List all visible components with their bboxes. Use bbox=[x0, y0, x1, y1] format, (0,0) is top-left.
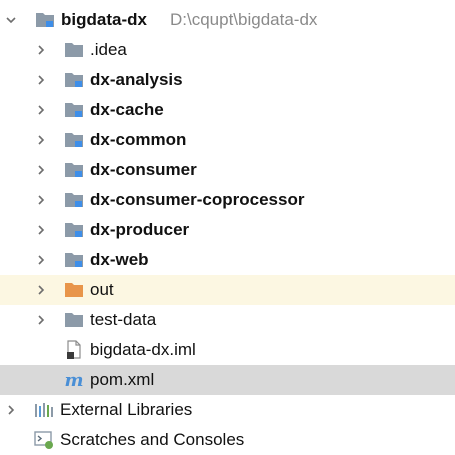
project-name[interactable]: bigdata-dx bbox=[61, 5, 147, 35]
tree-row-dx-analysis[interactable]: dx-analysis bbox=[0, 65, 455, 95]
chevron-right-icon[interactable] bbox=[33, 125, 49, 155]
module-folder-icon bbox=[62, 185, 86, 215]
chevron-right-icon[interactable] bbox=[33, 95, 49, 125]
tree-row-external-libraries[interactable]: External Libraries bbox=[0, 395, 455, 425]
module-folder-icon bbox=[62, 125, 86, 155]
module-folder-icon bbox=[62, 65, 86, 95]
maven-glyph: m bbox=[64, 369, 84, 391]
excluded-folder-icon bbox=[62, 275, 86, 305]
module-folder-icon bbox=[33, 5, 57, 35]
tree-item-label[interactable]: dx-common bbox=[90, 125, 186, 155]
tree-row-iml-file[interactable]: bigdata-dx.iml bbox=[0, 335, 455, 365]
folder-icon bbox=[62, 305, 86, 335]
tree-item-label[interactable]: dx-consumer bbox=[90, 155, 197, 185]
tree-row-project-root[interactable]: bigdata-dx D:\cqupt\bigdata-dx bbox=[0, 5, 455, 35]
tree-row-idea[interactable]: .idea bbox=[0, 35, 455, 65]
tree-item-label[interactable]: .idea bbox=[90, 35, 127, 65]
tree-row-out[interactable]: out bbox=[0, 275, 455, 305]
tree-row-dx-consumer-coprocessor[interactable]: dx-consumer-coprocessor bbox=[0, 185, 455, 215]
module-folder-icon bbox=[62, 155, 86, 185]
tree-item-label[interactable]: pom.xml bbox=[90, 365, 154, 395]
libraries-icon bbox=[32, 395, 56, 425]
tree-row-pom-xml[interactable]: m pom.xml bbox=[0, 365, 455, 395]
module-folder-icon bbox=[62, 245, 86, 275]
chevron-right-icon[interactable] bbox=[33, 35, 49, 65]
maven-icon: m bbox=[62, 365, 86, 395]
tree-row-dx-common[interactable]: dx-common bbox=[0, 125, 455, 155]
chevron-right-icon[interactable] bbox=[33, 185, 49, 215]
chevron-right-icon[interactable] bbox=[3, 395, 19, 425]
tree-item-label[interactable]: dx-web bbox=[90, 245, 149, 275]
tree-item-label[interactable]: test-data bbox=[90, 305, 156, 335]
iml-file-icon bbox=[62, 335, 86, 365]
tree-row-test-data[interactable]: test-data bbox=[0, 305, 455, 335]
chevron-right-icon[interactable] bbox=[33, 245, 49, 275]
scratches-icon bbox=[32, 425, 56, 455]
tree-item-label[interactable]: dx-consumer-coprocessor bbox=[90, 185, 304, 215]
folder-icon bbox=[62, 35, 86, 65]
tree-item-label[interactable]: Scratches and Consoles bbox=[60, 425, 244, 455]
tree-item-label[interactable]: out bbox=[90, 275, 114, 305]
tree-row-dx-producer[interactable]: dx-producer bbox=[0, 215, 455, 245]
tree-item-label[interactable]: dx-cache bbox=[90, 95, 164, 125]
tree-item-label[interactable]: bigdata-dx.iml bbox=[90, 335, 196, 365]
project-tree: bigdata-dx D:\cqupt\bigdata-dx .idea dx-… bbox=[0, 0, 455, 454]
chevron-right-icon[interactable] bbox=[33, 215, 49, 245]
chevron-right-icon[interactable] bbox=[33, 305, 49, 335]
tree-row-dx-consumer[interactable]: dx-consumer bbox=[0, 155, 455, 185]
module-folder-icon bbox=[62, 215, 86, 245]
chevron-right-icon[interactable] bbox=[33, 155, 49, 185]
tree-row-scratches[interactable]: Scratches and Consoles bbox=[0, 425, 455, 455]
tree-row-dx-cache[interactable]: dx-cache bbox=[0, 95, 455, 125]
tree-item-label[interactable]: External Libraries bbox=[60, 395, 192, 425]
tree-item-label[interactable]: dx-producer bbox=[90, 215, 189, 245]
tree-row-dx-web[interactable]: dx-web bbox=[0, 245, 455, 275]
tree-item-label[interactable]: dx-analysis bbox=[90, 65, 183, 95]
module-folder-icon bbox=[62, 95, 86, 125]
chevron-down-icon[interactable] bbox=[3, 5, 19, 35]
chevron-right-icon[interactable] bbox=[33, 65, 49, 95]
chevron-right-icon[interactable] bbox=[33, 275, 49, 305]
project-path: D:\cqupt\bigdata-dx bbox=[170, 10, 318, 29]
